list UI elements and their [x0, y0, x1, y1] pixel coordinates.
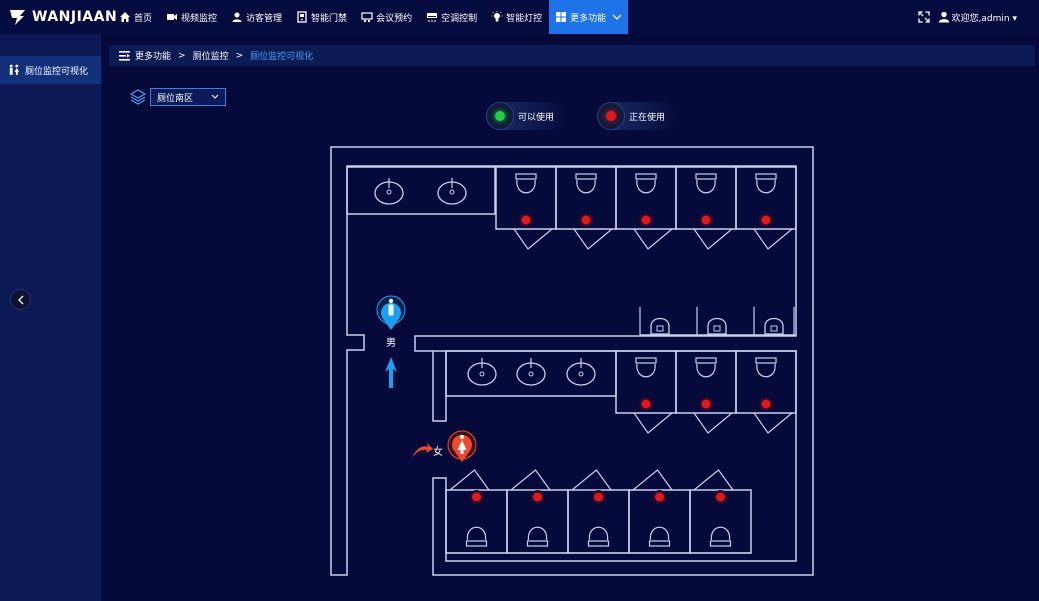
toilet-bowl-icon	[696, 363, 716, 378]
toilet-tank-icon	[755, 357, 777, 364]
sink-counter-mid	[445, 350, 617, 397]
stall-status-dot	[716, 492, 725, 502]
arrow-up-icon	[385, 357, 397, 388]
toilet-bowl-icon	[466, 526, 487, 541]
toilet-tank-icon	[515, 173, 537, 180]
male-figure-icon	[388, 304, 394, 316]
male-label: 男	[386, 338, 396, 349]
stall-status-dot	[701, 399, 711, 409]
drain-icon	[479, 371, 485, 377]
stall-status-dot	[761, 399, 771, 409]
stall-status-dot	[472, 492, 481, 502]
stall-status-dot	[701, 215, 711, 225]
stall-status-dot	[521, 215, 531, 225]
toilet-bowl-icon	[516, 179, 536, 194]
stall-status-dot	[641, 399, 651, 409]
gender-markers	[376, 295, 477, 462]
toilet-bowl-icon	[756, 179, 776, 194]
stall-status-dot	[655, 492, 664, 502]
stall-status-dot	[641, 215, 651, 225]
toilet-tank-icon	[465, 540, 488, 547]
toilet-tank-icon	[587, 540, 610, 547]
door-swing	[753, 412, 793, 434]
drain-icon	[578, 371, 584, 377]
female-label: 女	[433, 447, 443, 458]
toilet-tank-icon	[755, 173, 777, 180]
toilet-tank-icon	[575, 173, 597, 180]
female-figure-legs	[460, 450, 464, 454]
urinal-drain-icon	[656, 325, 664, 332]
female-figure-head	[459, 434, 465, 440]
sink-counter-top	[346, 166, 496, 215]
outer-wall	[330, 146, 814, 576]
door-swing	[633, 412, 673, 434]
toilet-tank-icon	[635, 173, 657, 180]
urinal-drain-icon	[770, 325, 778, 332]
toilet-bowl-icon	[636, 179, 656, 194]
toilet-tank-icon	[709, 540, 732, 547]
door-swing	[632, 469, 673, 491]
toilet-bowl-icon	[756, 363, 776, 378]
stall-status-dot	[594, 492, 603, 502]
toilet-bowl-icon	[710, 526, 731, 541]
stall-status-dot	[533, 492, 542, 502]
floor-walls	[330, 146, 814, 576]
toilet-bowl-icon	[576, 179, 596, 194]
toilet-tank-icon	[635, 357, 657, 364]
urinal-drain-icon	[713, 325, 721, 332]
partition-wall	[432, 351, 447, 422]
door-swing	[513, 228, 553, 250]
arrow-curve-right-icon	[412, 443, 433, 458]
app-root: WANJIAAN 首页 视频监控 访客管理 智能门禁 会议预约 空调控制 智能灯…	[0, 0, 1039, 601]
toilet-bowl-icon	[649, 526, 670, 541]
drain-icon	[528, 371, 534, 377]
toilet-bowl-icon	[588, 526, 609, 541]
toilet-bowl-icon	[636, 363, 656, 378]
male-figure-head	[388, 298, 394, 304]
door-swing	[693, 469, 734, 491]
toilet-tank-icon	[648, 540, 671, 547]
door-swing	[753, 228, 793, 250]
toilet-bowl-icon	[696, 179, 716, 194]
toilet-bowl-icon	[527, 526, 548, 541]
door-swing	[571, 469, 612, 491]
door-swing	[693, 412, 733, 434]
door-swing	[693, 228, 733, 250]
stall-status-dots	[469, 213, 773, 504]
door-swing	[449, 469, 490, 491]
toilet-tank-icon	[695, 357, 717, 364]
toilet-tank-icon	[526, 540, 549, 547]
stall-status-dot	[581, 215, 591, 225]
drain-icon	[449, 189, 455, 195]
drain-icon	[386, 189, 392, 195]
stall-status-dot	[761, 215, 771, 225]
door-swing	[573, 228, 613, 250]
toilet-tank-icon	[695, 173, 717, 180]
door-swing	[633, 228, 673, 250]
door-swing	[510, 469, 551, 491]
restroom-floor-plan	[330, 146, 814, 576]
